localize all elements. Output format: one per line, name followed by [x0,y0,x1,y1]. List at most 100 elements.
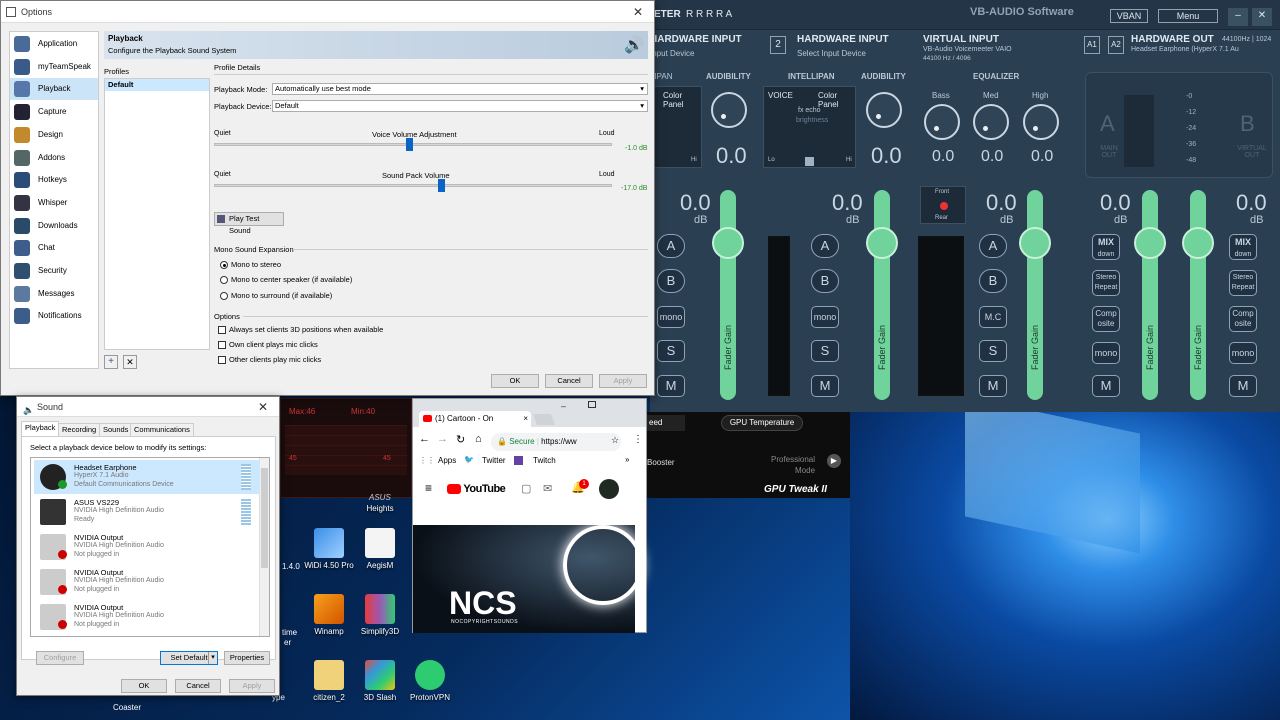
own-mic-clicks-checkbox[interactable]: Own client plays mic clicks [218,340,318,350]
configure-button[interactable]: Configure [36,651,84,665]
a1-button[interactable]: A1 [1084,36,1100,54]
strip3-bus-a-button[interactable]: A [979,234,1007,258]
strip2-fader-knob[interactable] [866,227,898,259]
pack-volume-track[interactable] [214,184,612,187]
twitch-link[interactable]: Twitch [533,456,556,465]
remove-profile-icon[interactable]: ✕ [123,355,137,369]
sidebar-item-addons[interactable]: Addons [10,147,98,169]
desktop-icon-widi[interactable]: WiDi 4.50 Pro [300,528,358,570]
add-profile-icon[interactable]: + [104,355,118,369]
strip3-bus-b-button[interactable]: B [979,269,1007,293]
strip1-fader[interactable]: Fader Gain [720,190,736,400]
sidebar-item-playback[interactable]: Playback [10,78,98,101]
bus-a2-mono-button[interactable]: mono [1229,342,1257,364]
strip3-fader-knob[interactable] [1019,227,1051,259]
sidebar-item-whisper[interactable]: Whisper [10,192,98,214]
twitter-link[interactable]: Twitter [482,456,506,465]
profile-default[interactable]: Default [105,79,209,91]
strip1-bus-a-button[interactable]: A [657,234,685,258]
home-icon[interactable]: ⌂ [475,433,482,445]
menu-kebab-icon[interactable]: ⋮ [633,434,643,445]
intellipan-pad-1[interactable]: Color Panel Hi [650,86,702,168]
bus-a2-mute-button[interactable]: M [1229,375,1257,397]
desktop-icon-heights[interactable]: Heights [351,493,409,513]
sidebar-item-myteamspeak[interactable]: myTeamSpeak [10,56,98,78]
med-knob[interactable] [973,104,1009,140]
list-item[interactable]: NVIDIA Output NVIDIA High Definition Audi… [34,600,260,634]
bass-knob[interactable] [924,104,960,140]
gpu-temperature-button[interactable]: GPU Temperature [721,415,803,431]
desktop-icon-protonvpn[interactable]: ProtonVPN [401,660,459,702]
strip1-mono-button[interactable]: mono [657,306,685,328]
play-test-sound-button[interactable]: Play Test Sound [214,212,284,235]
reload-icon[interactable]: ↻ [456,433,465,446]
sound-ok-button[interactable]: OK [121,679,167,693]
youtube-logo[interactable]: YouTube [447,483,506,495]
sound-cancel-button[interactable]: Cancel [175,679,221,693]
high-knob[interactable] [1023,104,1059,140]
bus-a2-stereo-repeat-button[interactable]: Stereo Repeat [1229,270,1257,296]
strip1-solo-button[interactable]: S [657,340,685,362]
vm-minimize-button[interactable]: – [1228,8,1248,26]
address-bar[interactable]: 🔒 Secure | https://ww [491,433,621,451]
bus-a2-composite-button[interactable]: Comp osite [1229,306,1257,332]
desktop-icon-simplify3d[interactable]: Simplify3D [351,594,409,636]
pack-volume-thumb[interactable] [437,179,445,192]
sidebar-item-application[interactable]: Application [10,33,98,55]
bus-a1-mix-down-button[interactable]: MIX down [1092,234,1120,260]
tab-communications[interactable]: Communications [130,423,194,436]
playback-mode-select[interactable]: Automatically use best mode ▾ [272,83,648,95]
vban-button[interactable]: VBAN [1110,9,1148,23]
close-icon[interactable]: ✕ [247,397,279,417]
options-apply-button[interactable]: Apply [599,374,647,388]
strip1-bus-b-button[interactable]: B [657,269,685,293]
sidebar-item-chat[interactable]: Chat [10,237,98,259]
bus-a1-mono-button[interactable]: mono [1092,342,1120,364]
hamburger-menu-icon[interactable]: ≡ [425,481,432,495]
tab-sounds[interactable]: Sounds [99,423,133,436]
desktop-icon-winamp[interactable]: Winamp [300,594,358,636]
apps-grid-icon[interactable]: ⋮⋮ [419,456,435,465]
strip3-solo-button[interactable]: S [979,340,1007,362]
tab-playback[interactable]: Playback [21,421,60,436]
mono-to-stereo-radio[interactable]: Mono to stereo [220,260,281,270]
sidebar-item-security[interactable]: Security [10,260,98,282]
list-item[interactable]: NVIDIA Output NVIDIA High Definition Audi… [34,565,260,599]
sidebar-item-capture[interactable]: Capture [10,101,98,123]
desktop-icon-citizen[interactable]: citizen_2 [300,660,358,702]
sound-apply-button[interactable]: Apply [229,679,275,693]
properties-button[interactable]: Properties [224,651,270,665]
apps-link[interactable]: Apps [438,456,456,465]
bus-a2-mix-down-button[interactable]: MIX down [1229,234,1257,260]
strip1-fader-knob[interactable] [712,227,744,259]
strip2-bus-a-button[interactable]: A [811,234,839,258]
menu-button[interactable]: Menu [1158,9,1218,23]
bus-a2-fader-knob[interactable] [1182,227,1214,259]
sidebar-item-notifications[interactable]: Notifications [10,305,98,327]
hw-input-2-device[interactable]: Select Input Device [797,49,866,58]
options-cancel-button[interactable]: Cancel [545,374,593,388]
sidebar-item-messages[interactable]: Messages [10,283,98,305]
strip3-fader[interactable]: Fader Gain [1027,190,1043,400]
voice-volume-thumb[interactable] [406,138,414,151]
chevron-down-icon[interactable]: ▾ [208,652,217,664]
avatar[interactable] [599,479,619,499]
strip2-mono-button[interactable]: mono [811,306,839,328]
set-default-button[interactable]: Set Default ▾ [160,651,218,665]
vm-r-buttons[interactable]: R R R R A [686,9,732,20]
sidebar-item-downloads[interactable]: Downloads [10,215,98,237]
new-tab-button[interactable] [532,414,556,425]
bus-a1-fader-knob[interactable] [1134,227,1166,259]
bus-a1-mute-button[interactable]: M [1092,375,1120,397]
more-bookmarks-icon[interactable]: » [625,455,629,464]
bus-a2-fader[interactable]: Fader Gain [1190,190,1206,400]
always-3d-checkbox[interactable]: Always set clients 3D positions when ava… [218,325,383,335]
hw-input-1-device[interactable]: Input Device [650,49,694,58]
vm-close-button[interactable]: ✕ [1252,8,1272,26]
audibility-knob-2[interactable] [866,92,902,128]
strip1-mute-button[interactable]: M [657,375,685,397]
mono-to-surround-radio[interactable]: Mono to surround (if available) [220,291,332,301]
hardware-out-device[interactable]: Headset Earphone (HyperX 7.1 Au [1131,46,1239,53]
a2-button[interactable]: A2 [1108,36,1124,54]
video-player[interactable]: NCS NOCOPYRIGHTSOUNDS [413,525,643,633]
